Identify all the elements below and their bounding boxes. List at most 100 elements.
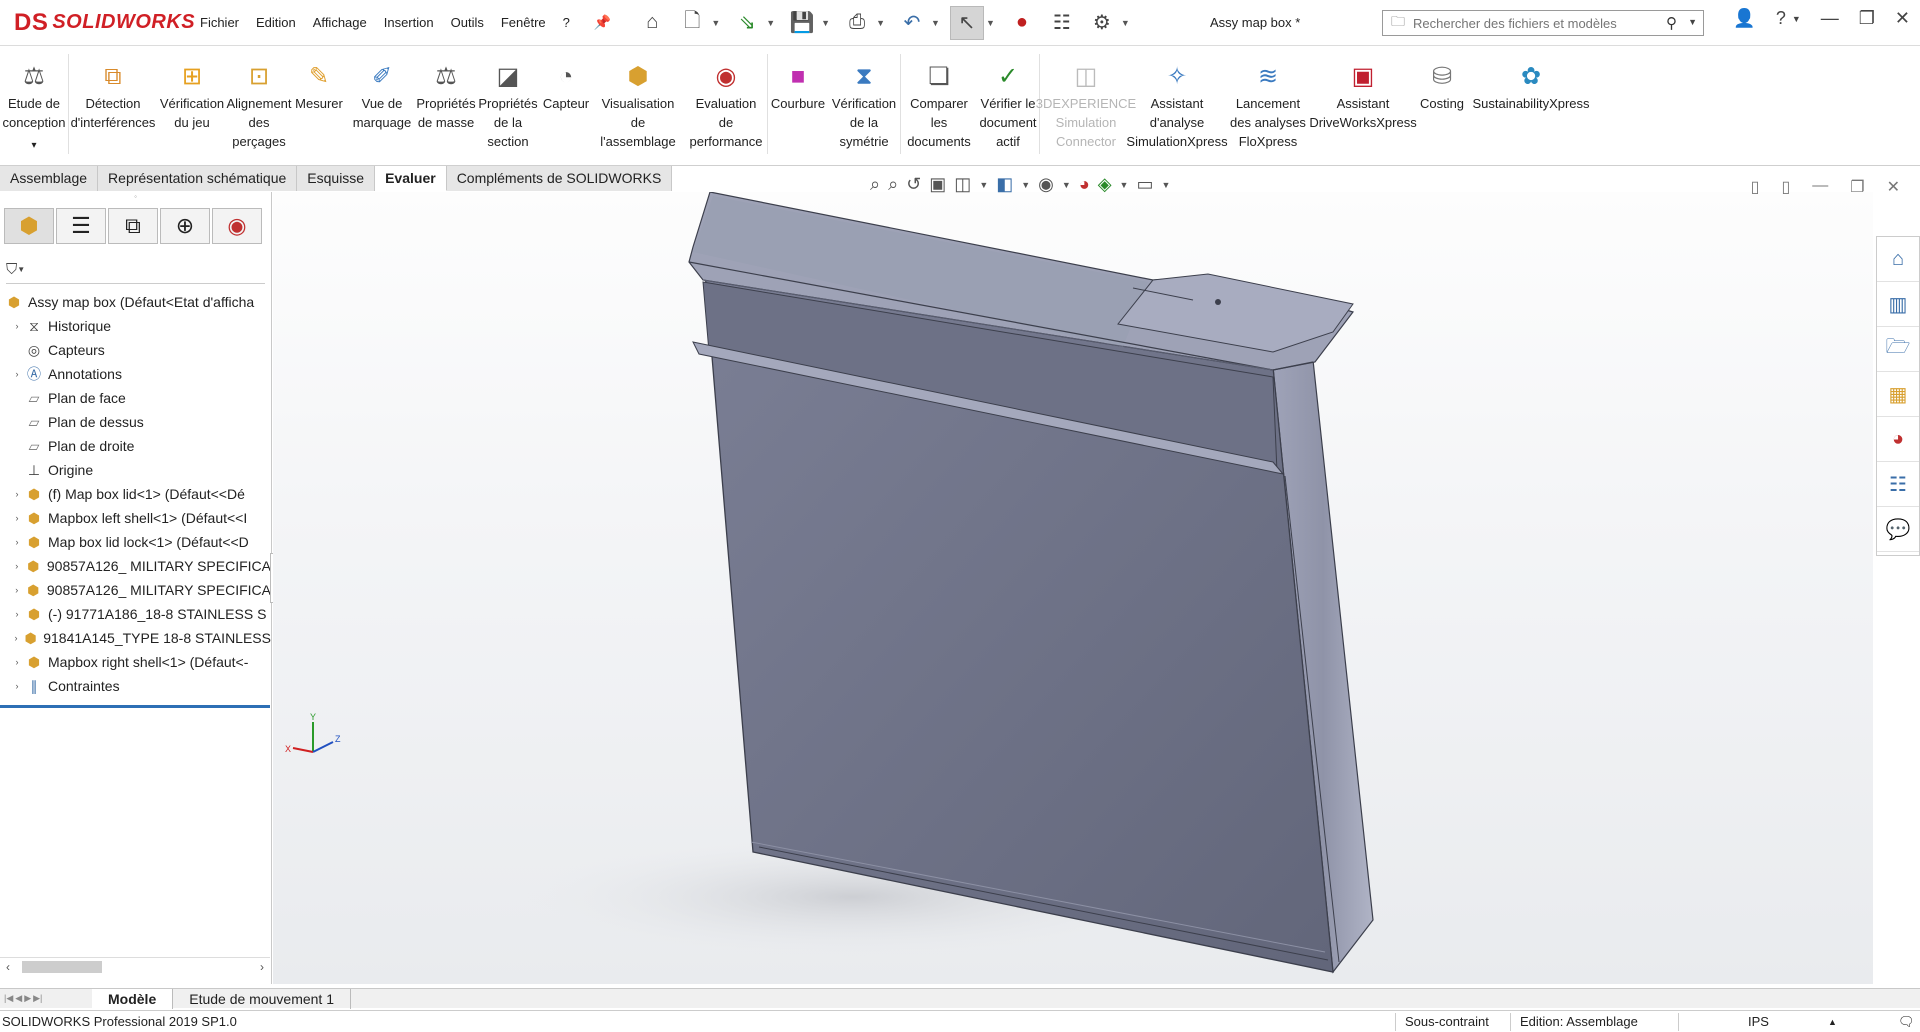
options-gear-icon[interactable]: ⚙ bbox=[1085, 6, 1119, 40]
file-explorer-icon[interactable]: 🗁 bbox=[1877, 327, 1919, 372]
notification-icon[interactable]: 🗨 bbox=[1898, 1014, 1915, 1030]
expand-arrow-icon[interactable]: › bbox=[10, 633, 22, 643]
expand-arrow-icon[interactable]: › bbox=[10, 321, 24, 331]
menu-item-4[interactable]: Outils bbox=[451, 15, 484, 30]
menu-item-3[interactable]: Insertion bbox=[384, 15, 434, 30]
zoom-to-fit-icon[interactable]: ⌕ bbox=[870, 174, 880, 195]
custom-properties-icon[interactable]: ☷ bbox=[1877, 462, 1919, 507]
scroll-left-icon[interactable]: ‹ bbox=[6, 960, 10, 974]
tree-item[interactable]: › Ⓐ Annotations bbox=[0, 362, 271, 386]
last-tab-icon[interactable]: ▶| bbox=[33, 993, 42, 1004]
expand-arrow-icon[interactable]: › bbox=[10, 561, 24, 571]
tile-left-icon[interactable]: ▯ bbox=[1751, 177, 1760, 197]
ribbon-button-sustainability[interactable]: ✿ SustainabilityXpress bbox=[1472, 46, 1590, 165]
ribbon-button-symmetry[interactable]: ⧗ Vérification de la symétrie bbox=[828, 46, 900, 165]
scroll-thumb[interactable] bbox=[22, 961, 102, 973]
ribbon-button-floxpress[interactable]: ≋ Lancement des analyses FloXpress bbox=[1222, 46, 1314, 165]
chevron-down-icon[interactable]: ▼ bbox=[1021, 180, 1030, 190]
tree-item[interactable]: › ⬢ (-) 91771A186_18-8 STAINLESS S bbox=[0, 602, 271, 626]
file-properties-icon[interactable]: ☷ bbox=[1045, 6, 1079, 40]
tree-item[interactable]: › ⬢ 90857A126_ MILITARY SPECIFICA bbox=[0, 554, 271, 578]
expand-arrow-icon[interactable]: › bbox=[10, 585, 24, 595]
chevron-down-icon[interactable]: ▼ bbox=[1120, 180, 1129, 190]
prev-tab-icon[interactable]: ◀ bbox=[15, 993, 22, 1004]
display-manager-tab-icon[interactable]: ◉ bbox=[212, 208, 262, 244]
dynamic-annotation-icon[interactable]: ◫ bbox=[954, 174, 971, 195]
chevron-down-icon[interactable]: ▼ bbox=[979, 180, 988, 190]
minimize-icon[interactable]: — bbox=[1812, 177, 1828, 197]
user-icon[interactable]: 👤 bbox=[1733, 8, 1755, 29]
menu-item-1[interactable]: Edition bbox=[256, 15, 296, 30]
tree-item[interactable]: › ⬢ Mapbox left shell<1> (Défaut<<I bbox=[0, 506, 271, 530]
close-icon[interactable]: ✕ bbox=[1887, 177, 1900, 197]
tree-item[interactable]: › ⬢ 90857A126_ MILITARY SPECIFICA bbox=[0, 578, 271, 602]
feature-manager-tab-icon[interactable]: ⬢ bbox=[4, 208, 54, 244]
home-icon[interactable]: ⌂ bbox=[635, 6, 669, 40]
expand-arrow-icon[interactable]: › bbox=[10, 537, 24, 547]
tab-4[interactable]: Compléments de SOLIDWORKS bbox=[446, 166, 673, 191]
open-icon[interactable]: ⇘ bbox=[730, 6, 764, 40]
ribbon-button-measure[interactable]: ✎ Mesurer bbox=[291, 46, 347, 165]
graphics-area[interactable]: Y X Z bbox=[273, 192, 1873, 984]
chevron-up-icon[interactable]: ▲ bbox=[1828, 1017, 1837, 1027]
tree-item[interactable]: › ⬢ (f) Map box lid<1> (Défaut<<Dé bbox=[0, 482, 271, 506]
ribbon-button-costing[interactable]: ⛁ Costing bbox=[1412, 46, 1472, 165]
edit-appearance-icon[interactable]: ◕ bbox=[1079, 174, 1090, 195]
property-manager-tab-icon[interactable]: ☰ bbox=[56, 208, 106, 244]
chevron-down-icon[interactable]: ▼ bbox=[876, 18, 885, 28]
ribbon-button-clearance[interactable]: ⊞ Vérification du jeu bbox=[157, 46, 227, 165]
minimize-icon[interactable]: — bbox=[1821, 8, 1839, 29]
tree-filter[interactable]: ⛉ ▼ bbox=[6, 256, 265, 284]
expand-arrow-icon[interactable]: › bbox=[10, 513, 24, 523]
close-icon[interactable]: ✕ bbox=[1895, 8, 1910, 29]
ribbon-button-performance[interactable]: ◉ Evaluation de performance bbox=[685, 46, 767, 165]
menu-item-2[interactable]: Affichage bbox=[313, 15, 367, 30]
rebuild-traffic-light-icon[interactable]: ● bbox=[1005, 6, 1039, 40]
ribbon-button-design-study[interactable]: ⚖ Etude de conception ▾ bbox=[0, 46, 68, 165]
ribbon-button-curvature[interactable]: ■ Courbure bbox=[768, 46, 828, 165]
search-input[interactable] bbox=[1413, 15, 1663, 31]
tree-item[interactable]: › ⬢ Map box lid lock<1> (Défaut<<D bbox=[0, 530, 271, 554]
first-tab-icon[interactable]: |◀ bbox=[4, 993, 13, 1004]
tree-item[interactable]: › ∥ Contraintes bbox=[0, 674, 271, 698]
ribbon-button-section-props[interactable]: ◪ Propriétés de la section bbox=[475, 46, 541, 165]
tab-model[interactable]: Modèle bbox=[92, 988, 174, 1009]
forum-icon[interactable]: 💬 bbox=[1877, 507, 1919, 552]
rollback-bar[interactable] bbox=[0, 705, 270, 708]
search-icon[interactable]: ⚲ bbox=[1666, 14, 1677, 32]
section-view-icon[interactable]: ▣ bbox=[929, 174, 946, 195]
ribbon-button-driveworks[interactable]: ▣ Assistant DriveWorksXpress bbox=[1309, 46, 1416, 165]
ribbon-button-mass-props[interactable]: ⚖ Propriétés de masse bbox=[416, 46, 475, 165]
chevron-down-icon[interactable]: ▼ bbox=[1121, 18, 1130, 28]
tab-2[interactable]: Esquisse bbox=[297, 166, 376, 191]
tree-root[interactable]: ⬢ Assy map box (Défaut<Etat d'afficha bbox=[0, 290, 271, 314]
chevron-down-icon[interactable]: ▼ bbox=[766, 18, 775, 28]
tree-item[interactable]: › ⬢ Mapbox right shell<1> (Défaut<- bbox=[0, 650, 271, 674]
model-view[interactable] bbox=[273, 192, 1873, 984]
previous-view-icon[interactable]: ↺ bbox=[906, 174, 921, 195]
ribbon-button-hole-align[interactable]: ⊡ Alignement des perçages bbox=[226, 46, 291, 165]
undo-icon[interactable]: ↶ bbox=[895, 6, 929, 40]
view-palette-icon[interactable]: ▦ bbox=[1877, 372, 1919, 417]
filter-icon[interactable]: ⛉ bbox=[6, 261, 17, 278]
ribbon-button-simxpress[interactable]: ✧ Assistant d'analyse SimulationXpress bbox=[1126, 46, 1227, 165]
hide-show-items-icon[interactable]: ◉ bbox=[1038, 174, 1054, 195]
chevron-down-icon[interactable]: ▼ bbox=[931, 18, 940, 28]
tile-right-icon[interactable]: ▯ bbox=[1781, 177, 1790, 197]
unit-system[interactable]: IPS bbox=[1748, 1014, 1769, 1029]
expand-arrow-icon[interactable]: › bbox=[10, 489, 24, 499]
tree-item[interactable]: ▱ Plan de droite bbox=[0, 434, 271, 458]
ribbon-button-markup[interactable]: ✐ Vue de marquage bbox=[347, 46, 417, 165]
apply-scene-icon[interactable]: ◈ bbox=[1098, 174, 1112, 195]
horizontal-scrollbar[interactable]: ‹ › bbox=[0, 957, 270, 975]
tab-motion-study[interactable]: Etude de mouvement 1 bbox=[173, 988, 351, 1009]
tree-item[interactable]: ▱ Plan de face bbox=[0, 386, 271, 410]
dimxpert-tab-icon[interactable]: ⊕ bbox=[160, 208, 210, 244]
tab-0[interactable]: Assemblage bbox=[0, 166, 99, 191]
chevron-down-icon[interactable]: ▼ bbox=[1792, 14, 1801, 24]
expand-arrow-icon[interactable]: › bbox=[10, 609, 24, 619]
tab-1[interactable]: Représentation schématique bbox=[98, 166, 298, 191]
tab-3[interactable]: Evaluer bbox=[375, 166, 447, 191]
save-icon[interactable]: 💾 bbox=[785, 6, 819, 40]
search-box[interactable]: 🗀 ⚲ ▼ bbox=[1382, 10, 1704, 36]
